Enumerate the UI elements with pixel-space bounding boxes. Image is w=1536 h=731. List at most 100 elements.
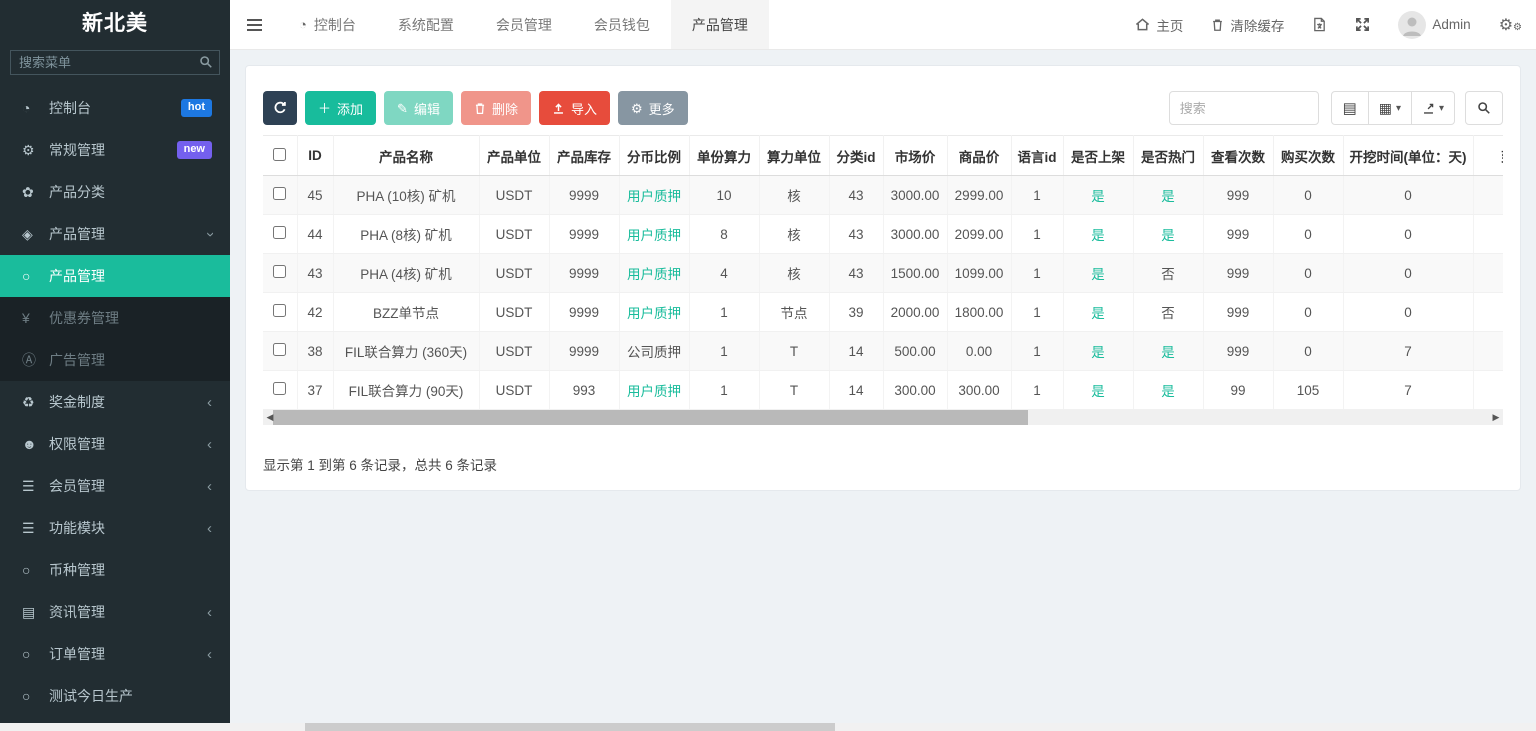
- cell: 300.00: [947, 370, 1012, 410]
- detail-view-button[interactable]: ▤: [1330, 91, 1369, 125]
- tab-3[interactable]: 会员钱包: [573, 0, 671, 49]
- column-header[interactable]: 商品价: [947, 135, 1012, 176]
- sidebar-item-10[interactable]: ○ 订单管理 ‹: [0, 633, 230, 675]
- column-header[interactable]: 是否上架: [1063, 135, 1134, 176]
- cell-value: 0: [1304, 187, 1312, 203]
- page-scrollbar-thumb[interactable]: [305, 723, 835, 731]
- cell: 2099.00: [947, 214, 1012, 254]
- cell-value: 1: [1033, 187, 1041, 203]
- column-header[interactable]: 单份算力: [689, 135, 760, 176]
- cell-link[interactable]: 用户质押: [627, 189, 681, 204]
- cell-value: 公司质押: [627, 345, 681, 360]
- page-horizontal-scrollbar[interactable]: [0, 723, 1536, 731]
- export-button[interactable]: ▾: [1410, 91, 1455, 125]
- columns-button[interactable]: ▦ ▾: [1367, 91, 1412, 125]
- row-checkbox[interactable]: [273, 304, 287, 317]
- select-all-checkbox[interactable]: [273, 147, 287, 161]
- cell-link[interactable]: 是: [1161, 228, 1175, 243]
- language-switch[interactable]: [1298, 0, 1341, 50]
- scroll-right-arrow-icon[interactable]: ▶: [1489, 410, 1503, 425]
- user-menu[interactable]: Admin: [1384, 0, 1484, 50]
- home-link[interactable]: 主页: [1121, 0, 1197, 50]
- cell-link[interactable]: 是: [1091, 189, 1105, 204]
- column-header[interactable]: ID: [297, 135, 334, 176]
- cell-value: 993: [572, 382, 596, 398]
- row-checkbox[interactable]: [273, 343, 287, 356]
- sidebar-search-input[interactable]: [10, 50, 220, 75]
- cell-link[interactable]: 用户质押: [627, 228, 681, 243]
- column-header[interactable]: 到期时间: [1473, 135, 1503, 176]
- cell-value: 38: [307, 343, 323, 359]
- table-search-input[interactable]: [1168, 91, 1319, 125]
- scrollbar-thumb[interactable]: [273, 410, 1028, 425]
- sidebar-submenu: ○ 产品管理 ¥ 优惠券管理 Ⓐ 广告管理: [0, 255, 230, 381]
- cell-value: 500.00: [894, 343, 936, 359]
- cell-value: 0: [1404, 265, 1412, 281]
- cell-link[interactable]: 是: [1091, 267, 1105, 282]
- tab-4[interactable]: 产品管理: [670, 0, 769, 49]
- cell-value: 300.00: [894, 382, 936, 398]
- column-header[interactable]: 产品单位: [479, 135, 550, 176]
- settings-menu[interactable]: ⚙⚙: [1485, 0, 1536, 50]
- cell-link[interactable]: 是: [1091, 306, 1105, 321]
- sidebar-item-6[interactable]: ☰ 会员管理 ‹: [0, 465, 230, 507]
- cell-link[interactable]: 是: [1161, 345, 1175, 360]
- sidebar-item-5[interactable]: ☻ 权限管理 ‹: [0, 423, 230, 465]
- column-header[interactable]: 产品库存: [549, 135, 620, 176]
- row-checkbox[interactable]: [273, 265, 287, 278]
- fullscreen-toggle[interactable]: [1341, 0, 1384, 50]
- scroll-left-arrow-icon[interactable]: ◀: [263, 410, 277, 425]
- cell-link[interactable]: 用户质押: [627, 384, 681, 399]
- sidebar-item-0[interactable]: ◔ 控制台 hot: [0, 87, 230, 129]
- sidebar-item-11[interactable]: ○ 测试今日生产: [0, 675, 230, 717]
- cell-link[interactable]: 用户质押: [627, 306, 681, 321]
- cell-value: PHA (8核) 矿机: [360, 228, 452, 243]
- cell-link[interactable]: 是: [1091, 384, 1105, 399]
- tab-0[interactable]: ◔ 控制台: [278, 0, 377, 49]
- menu-toggle-icon[interactable]: [230, 0, 278, 49]
- column-header[interactable]: 分币比例: [619, 135, 690, 176]
- column-header[interactable]: 开挖时间(单位：天): [1343, 135, 1474, 176]
- sidebar-item-8[interactable]: ○ 币种管理: [0, 549, 230, 591]
- sidebar-item-2[interactable]: ✿ 产品分类: [0, 171, 230, 213]
- cell: 999: [1203, 214, 1274, 254]
- sidebar-item-1[interactable]: ⚙ 常规管理 new: [0, 129, 230, 171]
- row-checkbox[interactable]: [273, 382, 287, 395]
- cell-link[interactable]: 用户质押: [627, 267, 681, 282]
- column-header[interactable]: 算力单位: [759, 135, 830, 176]
- tab-1[interactable]: 系统配置: [377, 0, 475, 49]
- search-button[interactable]: [1465, 91, 1503, 125]
- column-header[interactable]: 购买次数: [1273, 135, 1344, 176]
- sidebar-item-9[interactable]: ▤ 资讯管理 ‹: [0, 591, 230, 633]
- columns-grid-icon: ▦: [1378, 99, 1392, 116]
- column-header[interactable]: 是否热门: [1133, 135, 1204, 176]
- cell-link[interactable]: 是: [1091, 228, 1105, 243]
- row-checkbox[interactable]: [273, 187, 287, 200]
- column-header[interactable]: 语言id: [1011, 135, 1064, 176]
- add-button[interactable]: ＋添加: [305, 91, 377, 125]
- sidebar-item-3[interactable]: ◈ 产品管理 ‹: [0, 213, 230, 255]
- cell-link[interactable]: 是: [1161, 189, 1175, 204]
- toolbar: ＋添加 ✎ 编辑 删除 导入 ⚙ 更多 搜索 ▤ ▦ ▾ ▾: [263, 91, 1503, 125]
- cell-link[interactable]: 是: [1161, 384, 1175, 399]
- top-navbar: ◔ 控制台 系统配置 会员管理 会员钱包 产品管理 主页 清除缓存 Admin …: [230, 0, 1536, 50]
- column-header[interactable]: 查看次数: [1203, 135, 1274, 176]
- sidebar-item-4[interactable]: ♻ 奖金制度 ‹: [0, 381, 230, 423]
- sidebar-subitem-3-0[interactable]: ○ 产品管理: [0, 255, 230, 297]
- cell: 0: [1343, 253, 1474, 293]
- refresh-button[interactable]: [263, 91, 297, 125]
- column-header[interactable]: 产品名称: [333, 135, 480, 176]
- sidebar-subitem-3-2[interactable]: Ⓐ 广告管理: [0, 339, 230, 381]
- table-horizontal-scrollbar[interactable]: ◀ ▶: [263, 410, 1503, 425]
- clear-cache-link[interactable]: 清除缓存: [1197, 0, 1298, 50]
- cell-link[interactable]: 是: [1091, 345, 1105, 360]
- cell: 是: [1133, 214, 1204, 254]
- sidebar-item-7[interactable]: ☰ 功能模块 ‹: [0, 507, 230, 549]
- import-button[interactable]: 导入: [538, 91, 610, 125]
- more-button[interactable]: ⚙ 更多: [617, 91, 688, 125]
- tab-2[interactable]: 会员管理: [475, 0, 573, 49]
- column-header[interactable]: 市场价: [883, 135, 948, 176]
- column-header[interactable]: 分类id: [829, 135, 884, 176]
- sidebar-subitem-3-1[interactable]: ¥ 优惠券管理: [0, 297, 230, 339]
- row-checkbox[interactable]: [273, 226, 287, 239]
